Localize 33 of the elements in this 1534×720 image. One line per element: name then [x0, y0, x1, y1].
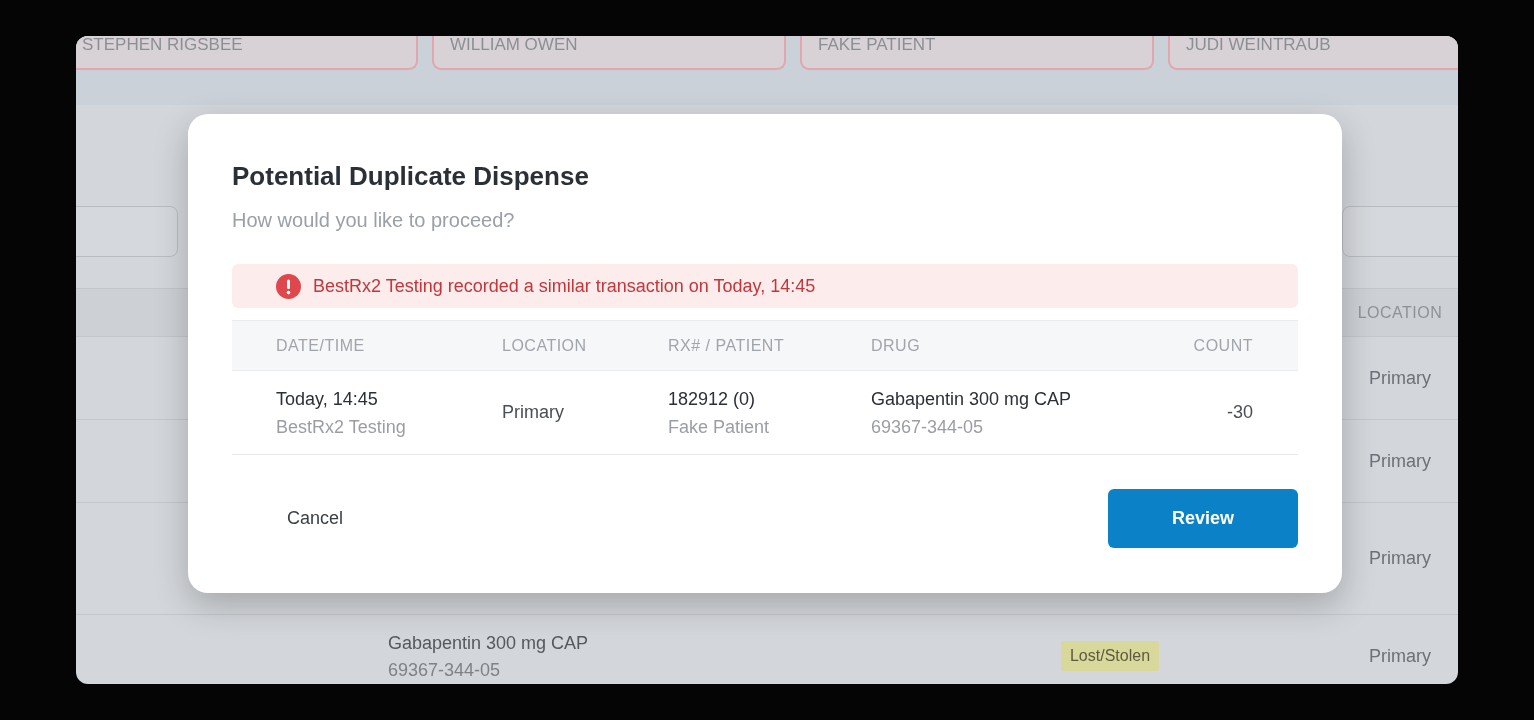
location-text: Primary — [1369, 449, 1431, 473]
patient-tab[interactable]: STEPHEN RIGSBEE — [76, 36, 418, 70]
dialog-title: Potential Duplicate Dispense — [232, 161, 590, 192]
rx-number: 182912 (0) — [668, 387, 757, 410]
count-value: -30 — [1227, 401, 1253, 424]
reason-tag: Lost/Stolen — [1060, 641, 1160, 671]
date-time-text: Today, 14:45 — [276, 387, 379, 410]
input-field[interactable] — [1342, 206, 1458, 257]
column-header: DATE/TIME — [276, 335, 366, 356]
ndc-code: 69367-344-05 — [871, 415, 985, 438]
ndc-code: 69367-344-05 — [388, 658, 502, 681]
column-header: LOCATION — [1357, 302, 1443, 323]
location-text: Primary — [1369, 644, 1431, 668]
alert-message: BestRx2 Testing recorded a similar transaction on Today, 14:45 — [313, 274, 816, 298]
patient-tab[interactable]: WILLIAM OWEN — [432, 36, 786, 70]
column-header: LOCATION — [502, 335, 588, 356]
column-header: COUNT — [1193, 335, 1253, 356]
cancel-button[interactable]: Cancel — [263, 489, 368, 548]
drug-name: Gabapentin 300 mg CAP — [388, 631, 590, 654]
review-button[interactable]: Review — [1108, 489, 1298, 548]
patient-tab[interactable]: FAKE PATIENT — [800, 36, 1154, 70]
source-name: BestRx2 Testing — [276, 415, 407, 438]
input-field[interactable] — [76, 206, 178, 257]
column-header: RX# / PATIENT — [668, 335, 786, 356]
column-header: DRUG — [871, 335, 922, 356]
patient-tab[interactable]: JUDI WEINTRAUB — [1168, 36, 1458, 70]
location-text: Primary — [502, 401, 565, 424]
dialog-subtitle: How would you like to proceed? — [232, 208, 516, 233]
location-text: Primary — [1369, 547, 1431, 570]
drug-name: Gabapentin 300 mg CAP — [871, 387, 1073, 410]
patient-name: Fake Patient — [668, 415, 771, 438]
location-text: Primary — [1369, 366, 1431, 390]
exclamation-circle-icon — [276, 273, 301, 299]
